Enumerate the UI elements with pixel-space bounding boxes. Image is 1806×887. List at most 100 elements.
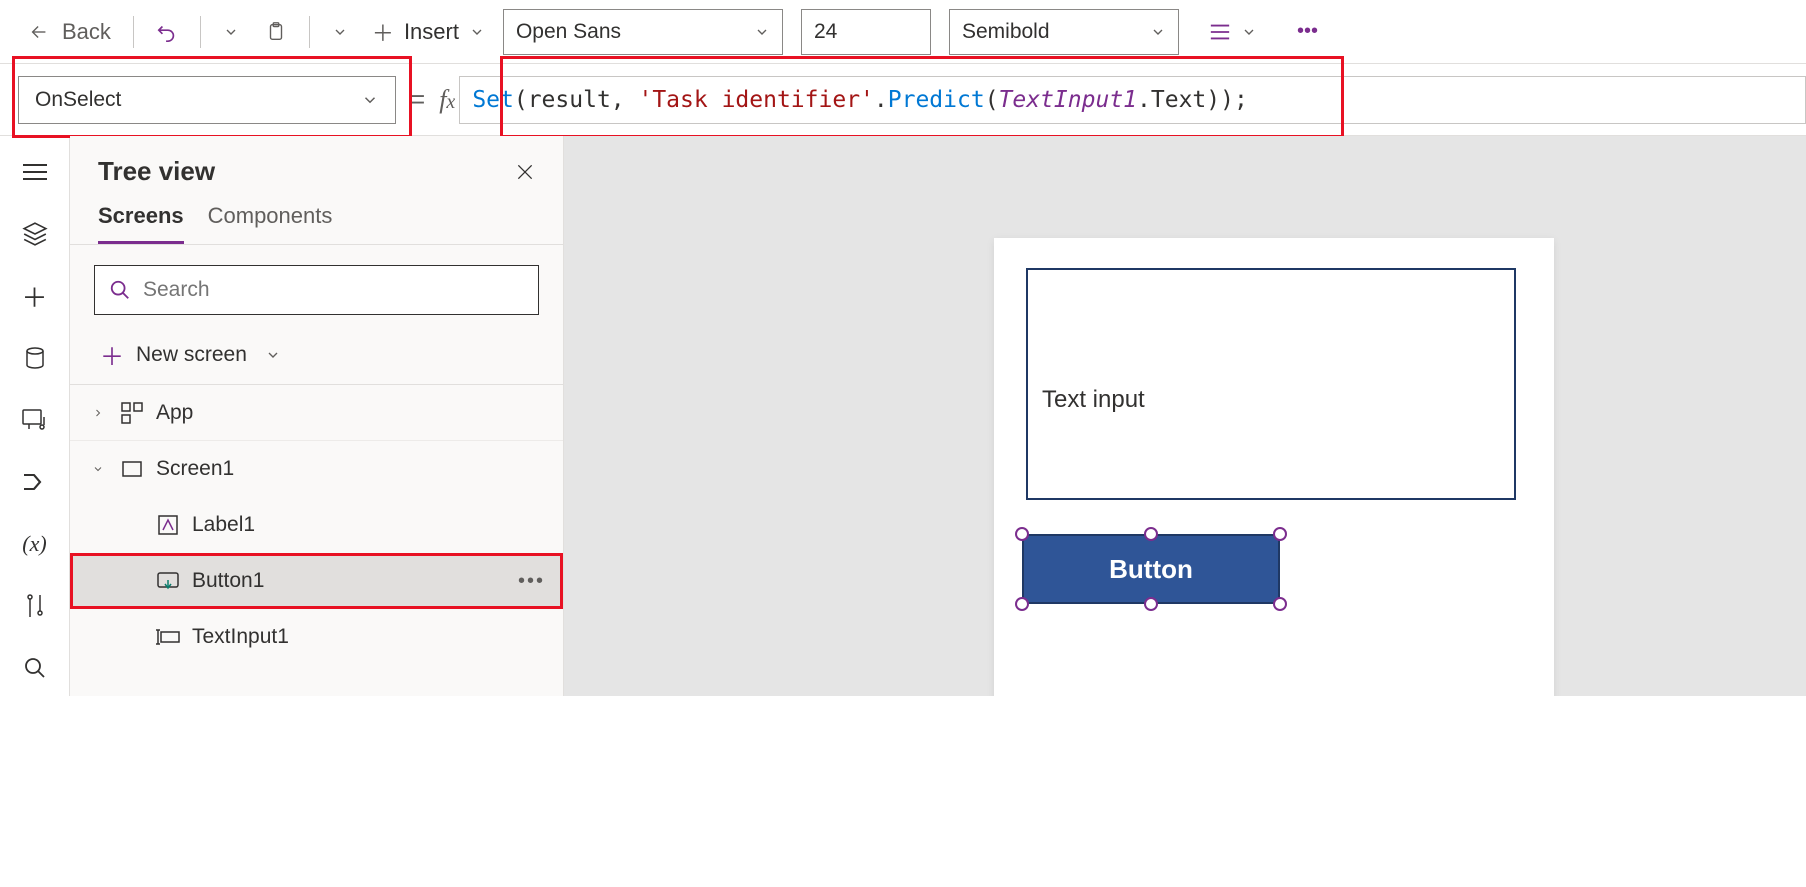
chevron-down-icon bbox=[223, 24, 239, 40]
chevron-down-icon bbox=[265, 347, 281, 363]
tree-item-label: TextInput1 bbox=[192, 625, 289, 649]
property-value: OnSelect bbox=[35, 88, 121, 112]
font-family-select[interactable]: Open Sans bbox=[503, 9, 783, 55]
main-area: ＋ (x) bbox=[0, 136, 1806, 696]
tools-rail-button[interactable] bbox=[7, 578, 63, 634]
undo-button[interactable] bbox=[146, 12, 188, 52]
app-icon bbox=[120, 402, 144, 424]
plus-icon: ＋ bbox=[100, 337, 124, 372]
insert-button[interactable]: ＋ Insert bbox=[372, 16, 485, 48]
layers-icon bbox=[22, 221, 48, 247]
divider bbox=[200, 16, 201, 48]
search-icon bbox=[109, 279, 131, 301]
variable-icon: (x) bbox=[22, 531, 46, 557]
canvas[interactable]: Text input Button bbox=[564, 136, 1806, 696]
tree-item-button1[interactable]: Button1 ••• bbox=[70, 553, 563, 609]
tree-search[interactable] bbox=[94, 265, 539, 315]
property-select[interactable]: OnSelect bbox=[18, 76, 396, 124]
chevron-down-icon bbox=[469, 24, 485, 40]
tree-item-screen1[interactable]: Screen1 bbox=[70, 441, 563, 497]
undo-dropdown[interactable] bbox=[213, 12, 249, 52]
chevron-down-icon bbox=[754, 24, 770, 40]
formula-token: TextInput1 bbox=[999, 87, 1137, 113]
textinput-control[interactable]: Text input bbox=[1026, 268, 1516, 500]
search-rail-button[interactable] bbox=[7, 640, 63, 696]
flows-rail-button[interactable] bbox=[7, 454, 63, 510]
arrow-left-icon bbox=[28, 21, 50, 43]
divider bbox=[133, 16, 134, 48]
tree-list: App Screen1 Label1 bbox=[70, 385, 563, 696]
formula-bar-row: OnSelect = fx Set(result, 'Task identifi… bbox=[0, 64, 1806, 136]
selection-handle[interactable] bbox=[1273, 527, 1287, 541]
tab-components[interactable]: Components bbox=[208, 203, 333, 244]
tree-tabs: Screens Components bbox=[70, 191, 563, 245]
tools-icon bbox=[24, 593, 46, 619]
plus-icon: ＋ bbox=[372, 16, 394, 48]
tree-item-label: Label1 bbox=[192, 513, 255, 537]
insert-label: Insert bbox=[404, 19, 459, 45]
selection-handle[interactable] bbox=[1015, 527, 1029, 541]
hamburger-icon bbox=[23, 163, 47, 181]
font-size-value: 24 bbox=[814, 20, 837, 44]
ellipsis-icon: ••• bbox=[1297, 20, 1318, 43]
more-button[interactable]: ••• bbox=[518, 570, 545, 593]
tree-item-app[interactable]: App bbox=[70, 385, 563, 441]
back-button[interactable]: Back bbox=[18, 12, 121, 52]
search-input[interactable] bbox=[143, 278, 524, 302]
back-label: Back bbox=[62, 19, 111, 45]
flow-icon bbox=[22, 471, 48, 493]
data-rail-button[interactable] bbox=[7, 330, 63, 386]
chevron-down-icon bbox=[332, 24, 348, 40]
selection-handle[interactable] bbox=[1144, 597, 1158, 611]
tree-item-textinput1[interactable]: TextInput1 bbox=[70, 609, 563, 665]
chevron-down-icon bbox=[1150, 24, 1166, 40]
selection-handle[interactable] bbox=[1273, 597, 1287, 611]
new-screen-button[interactable]: ＋ New screen bbox=[70, 325, 563, 385]
insert-rail-button[interactable]: ＋ bbox=[7, 268, 63, 324]
selection-handle[interactable] bbox=[1015, 597, 1029, 611]
textinput-icon bbox=[156, 629, 180, 645]
formula-token: (result, bbox=[514, 87, 639, 113]
button-control[interactable]: Button bbox=[1022, 534, 1280, 604]
textinput-value: Text input bbox=[1042, 386, 1145, 413]
font-weight-value: Semibold bbox=[962, 20, 1050, 44]
paste-dropdown[interactable] bbox=[322, 12, 358, 52]
formula-token: ( bbox=[985, 87, 999, 113]
close-icon bbox=[515, 162, 535, 182]
button-label: Button bbox=[1109, 554, 1193, 585]
tree-view-button[interactable] bbox=[7, 206, 63, 262]
formula-token: Set bbox=[472, 87, 514, 113]
font-weight-select[interactable]: Semibold bbox=[949, 9, 1179, 55]
plus-icon: ＋ bbox=[21, 278, 47, 315]
chevron-down-icon bbox=[361, 91, 379, 109]
formula-token: Predict bbox=[888, 87, 985, 113]
data-icon bbox=[23, 346, 47, 370]
formula-token: 'Task identifier' bbox=[638, 87, 873, 113]
close-panel-button[interactable] bbox=[515, 162, 535, 182]
media-rail-button[interactable] bbox=[7, 392, 63, 448]
media-icon bbox=[22, 409, 48, 431]
more-button[interactable]: ••• bbox=[1287, 12, 1328, 52]
tree-item-label1[interactable]: Label1 bbox=[70, 497, 563, 553]
variables-rail-button[interactable]: (x) bbox=[7, 516, 63, 572]
divider bbox=[309, 16, 310, 48]
tree-item-label: App bbox=[156, 401, 193, 425]
undo-icon bbox=[156, 21, 178, 43]
equals-sign: = bbox=[396, 84, 439, 115]
font-size-input[interactable]: 24 bbox=[801, 9, 931, 55]
tree-view-panel: Tree view Screens Components ＋ New scree… bbox=[70, 136, 564, 696]
left-rail: ＋ (x) bbox=[0, 136, 70, 696]
font-family-value: Open Sans bbox=[516, 20, 621, 44]
screen-icon bbox=[120, 461, 144, 477]
screen-preview[interactable]: Text input Button bbox=[994, 238, 1554, 696]
hamburger-button[interactable] bbox=[7, 144, 63, 200]
paste-button[interactable] bbox=[255, 12, 297, 52]
tab-screens[interactable]: Screens bbox=[98, 203, 184, 244]
selection-handle[interactable] bbox=[1144, 527, 1158, 541]
highlight-box bbox=[70, 553, 563, 609]
new-screen-label: New screen bbox=[136, 343, 247, 367]
tree-title: Tree view bbox=[98, 156, 215, 187]
formula-input[interactable]: Set(result, 'Task identifier'.Predict(Te… bbox=[459, 76, 1806, 124]
tree-item-label: Button1 bbox=[192, 569, 264, 593]
align-dropdown[interactable] bbox=[1199, 12, 1267, 52]
